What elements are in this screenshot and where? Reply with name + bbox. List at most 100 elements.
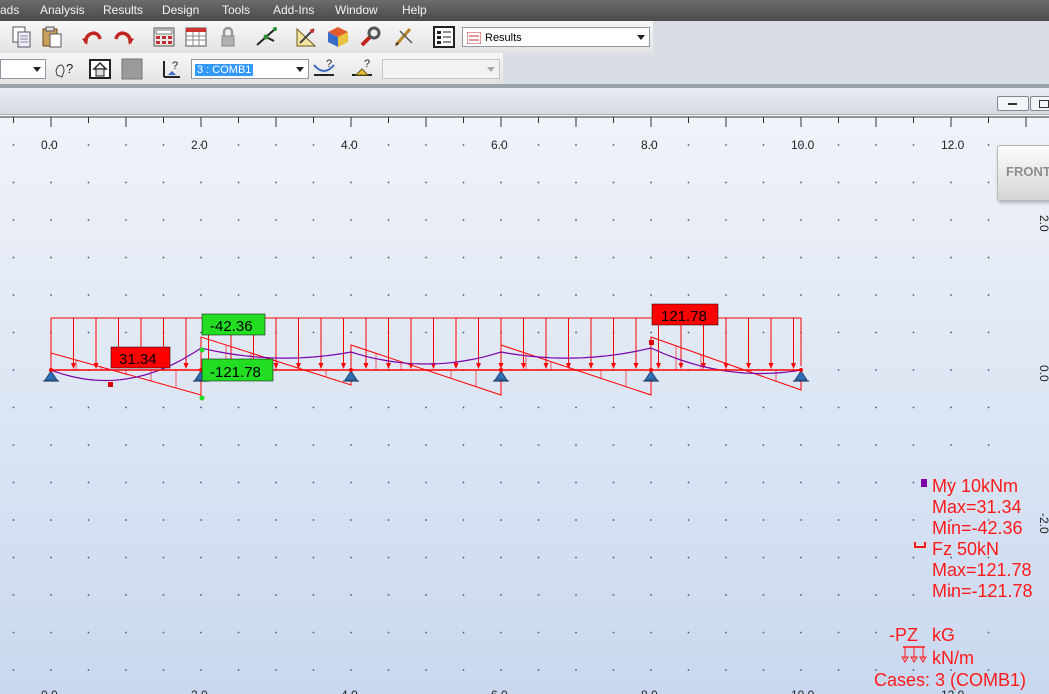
grid-dot [237, 406, 240, 409]
grid-dot [237, 669, 240, 671]
grid-dot [162, 181, 165, 184]
grid-dot [500, 294, 502, 296]
results-icon[interactable] [432, 25, 456, 49]
load-arrow-head [318, 363, 324, 369]
grid-dot [50, 669, 52, 671]
redo-icon[interactable] [112, 25, 136, 49]
view-icon[interactable] [88, 57, 112, 81]
grid-dot [575, 519, 577, 521]
restore-icon [1039, 100, 1049, 108]
grid-dot [912, 406, 915, 409]
menu-results[interactable]: Results [103, 3, 143, 17]
selection-combo[interactable] [0, 59, 46, 79]
case-combo[interactable]: 3 : COMB1 [191, 59, 309, 79]
grid-dot [650, 594, 652, 596]
grid-dot [462, 219, 465, 221]
grid-dot [425, 294, 427, 296]
ruler-label: 10.0 [791, 138, 815, 152]
grid-dot [50, 519, 52, 521]
view-cube-label: FRONT [1006, 164, 1049, 179]
grid-dot [387, 219, 390, 221]
grid-dot [200, 331, 202, 334]
wrench-icon[interactable] [358, 25, 382, 49]
load-arrow-head [611, 363, 616, 369]
grid-dot [462, 331, 465, 334]
svg-text:?: ? [364, 58, 370, 70]
paste-icon[interactable] [40, 25, 64, 49]
side-label-mid: 0.0 [1037, 365, 1049, 382]
menu-analysis[interactable]: Analysis [40, 3, 85, 17]
grid-dot [762, 219, 765, 221]
grid-dot [762, 294, 765, 296]
tables-icon[interactable] [184, 25, 208, 49]
grid-dot [312, 594, 315, 596]
menu-help[interactable]: Help [402, 3, 427, 17]
grid-dot [950, 294, 952, 296]
calculator-icon[interactable] [152, 25, 176, 49]
grid-dot [687, 669, 690, 671]
grid-dot [462, 481, 465, 484]
grid-dot [387, 556, 390, 559]
minimize-icon [1008, 103, 1017, 105]
pen-icon[interactable] [392, 25, 416, 49]
support-query-icon[interactable]: ? [350, 57, 374, 81]
grid-dot [837, 519, 840, 521]
grid-dot [12, 256, 15, 259]
bottom-ruler-label: 6.0 [491, 688, 508, 694]
menu-design[interactable]: Design [162, 3, 199, 17]
chevron-down-icon[interactable] [637, 35, 645, 40]
section-icon[interactable] [294, 25, 318, 49]
menu-loads[interactable]: ads [0, 3, 19, 17]
grid-dot [425, 331, 427, 334]
results-layout-combo[interactable]: Results [462, 27, 650, 47]
case-selection-icon[interactable]: ? [160, 57, 184, 81]
grid-dot [650, 256, 652, 259]
copy-icon[interactable] [10, 25, 34, 49]
grid-dot [200, 256, 202, 259]
grid-dot [275, 556, 277, 559]
structure-icon[interactable] [254, 25, 278, 49]
grid-dot [800, 519, 802, 521]
menu-tools[interactable]: Tools [222, 3, 250, 17]
display-icon[interactable] [120, 57, 144, 81]
grid-dot [350, 444, 352, 446]
view-cube[interactable]: FRONT [997, 145, 1049, 201]
structure-canvas[interactable]: 0.0 2.0 4.0 6.0 8.0 10.0 12.0 0.0 2.0 4.0 6.0 8.0 10… [0, 115, 1049, 694]
help-pointer-icon[interactable]: ? [52, 57, 76, 81]
grid-dot [162, 444, 165, 446]
grid-dot [912, 369, 915, 371]
restore-button[interactable] [1030, 96, 1049, 111]
menu-window[interactable]: Window [335, 3, 378, 17]
grid-dot [387, 406, 390, 409]
grid-dot [875, 144, 877, 146]
grid-dot [387, 256, 390, 259]
minimize-button[interactable] [997, 96, 1029, 111]
grid-dot [950, 406, 952, 409]
grid-dot [687, 256, 690, 259]
grid-dot [125, 219, 127, 221]
svg-text:?: ? [66, 61, 73, 76]
grid-dot [125, 181, 127, 184]
cube-icon[interactable] [326, 25, 350, 49]
grid-dot [350, 181, 352, 184]
grid-dot [275, 294, 277, 296]
grid-dot [350, 481, 352, 484]
grid-dot [312, 294, 315, 296]
chevron-down-icon[interactable] [296, 67, 304, 72]
grid-dot [162, 556, 165, 559]
menu-add-ins[interactable]: Add-Ins [273, 3, 314, 17]
structure-view[interactable]: 0.0 2.0 4.0 6.0 8.0 10.0 12.0 0.0 2.0 4.0 6.0 8.0 10… [0, 115, 1049, 694]
grid-dot [987, 444, 990, 446]
load-arrow-head [386, 363, 391, 369]
lock-icon[interactable] [216, 25, 240, 49]
grid-dot [762, 331, 765, 334]
grid-dot [725, 481, 727, 484]
grid-dot [162, 631, 165, 634]
grid-dot [125, 519, 127, 521]
beam-load-icon[interactable]: ? [312, 57, 336, 81]
undo-icon[interactable] [80, 25, 104, 49]
chevron-down-icon[interactable] [33, 67, 41, 72]
grid-dot [537, 294, 540, 296]
grid-dot [912, 144, 915, 146]
grid-dot [500, 631, 502, 634]
